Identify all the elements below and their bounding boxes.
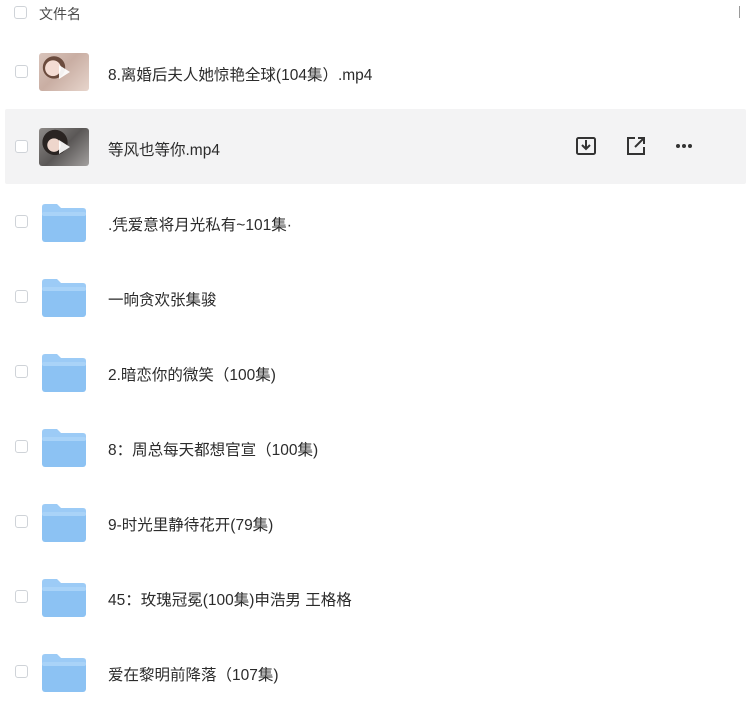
file-list: 8.离婚后夫人她惊艳全球(104集）.mp4 等风也等你.mp4 .凭爱意将月光私… [0,34,746,709]
file-name[interactable]: 2.暗恋你的微笑（100集) [108,363,276,385]
file-name[interactable]: 8：周总每天都想官宣（100集) [108,438,318,460]
folder-icon [40,276,88,318]
file-row[interactable]: 45：玫瑰冠冕(100集)申浩男 王格格 [5,559,746,634]
file-name[interactable]: 等风也等你.mp4 [108,138,220,160]
row-checkbox[interactable] [15,590,28,603]
file-row[interactable]: 2.暗恋你的微笑（100集) [5,334,746,409]
more-icon[interactable] [672,134,696,158]
file-row[interactable]: 爱在黎明前降落（107集) [5,634,746,709]
file-row[interactable]: 一晌贪欢张集骏 [5,259,746,334]
file-row[interactable]: .凭爱意将月光私有~101集· [5,184,746,259]
file-name[interactable]: 一晌贪欢张集骏 [108,288,217,310]
folder-icon [40,651,88,693]
folder-icon [40,426,88,468]
row-checkbox[interactable] [15,365,28,378]
row-checkbox[interactable] [15,440,28,453]
row-checkbox[interactable] [15,65,28,78]
column-header-filename[interactable]: 文件名 [39,4,81,24]
play-icon [59,65,70,79]
video-thumbnail[interactable] [39,128,89,166]
folder-icon [40,501,88,543]
file-row[interactable]: 8.离婚后夫人她惊艳全球(104集）.mp4 [5,34,746,109]
folder-icon [40,201,88,243]
file-name[interactable]: 爱在黎明前降落（107集) [108,663,279,685]
file-row[interactable]: 8：周总每天都想官宣（100集) [5,409,746,484]
row-checkbox[interactable] [15,140,28,153]
file-name[interactable]: 9-时光里静待花开(79集) [108,513,273,535]
play-icon [59,140,70,154]
column-resize-handle[interactable] [739,6,740,18]
file-name[interactable]: 45：玫瑰冠冕(100集)申浩男 王格格 [108,588,352,610]
row-checkbox[interactable] [15,515,28,528]
download-icon[interactable] [574,134,598,158]
video-thumbnail[interactable] [39,53,89,91]
row-checkbox[interactable] [15,665,28,678]
select-all-checkbox[interactable] [14,6,27,19]
file-name[interactable]: 8.离婚后夫人她惊艳全球(104集）.mp4 [108,63,372,85]
share-icon[interactable] [624,134,648,158]
row-checkbox[interactable] [15,215,28,228]
file-list-header: 文件名 [0,0,746,26]
row-checkbox[interactable] [15,290,28,303]
folder-icon [40,576,88,618]
folder-icon [40,351,88,393]
file-row[interactable]: 等风也等你.mp4 [5,109,746,184]
file-row[interactable]: 9-时光里静待花开(79集) [5,484,746,559]
file-name[interactable]: .凭爱意将月光私有~101集· [108,213,292,235]
